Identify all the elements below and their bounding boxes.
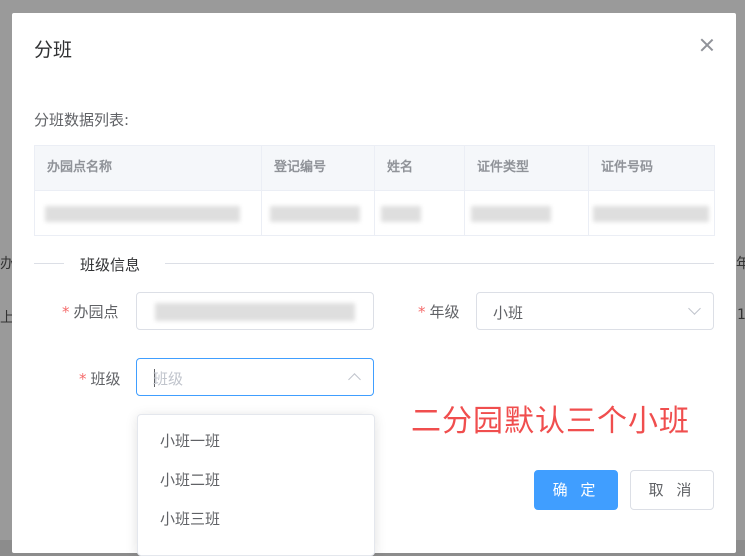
class-label-text: 班级 <box>90 370 121 388</box>
annotation-text: 二分园默认三个小班 <box>411 404 690 439</box>
campus-label: * 办园点 <box>62 301 119 322</box>
table-cell-redacted <box>375 191 465 235</box>
dialog-title: 分班 <box>34 39 73 61</box>
campus-input[interactable] <box>136 292 374 330</box>
class-label: * 班级 <box>79 368 121 389</box>
column-header-id-number[interactable]: 证件号码 <box>589 146 714 190</box>
divider <box>34 263 64 264</box>
class-option[interactable]: 小班二班 <box>138 461 374 500</box>
table-row[interactable] <box>35 191 714 236</box>
close-icon[interactable] <box>699 37 715 53</box>
class-placeholder: 班级 <box>153 370 184 388</box>
grade-label-text: 年级 <box>429 303 460 321</box>
column-header-registration-no[interactable]: 登记编号 <box>262 146 375 190</box>
column-header-campus[interactable]: 办园点名称 <box>35 146 262 190</box>
class-option[interactable]: 小班三班 <box>138 500 374 539</box>
required-mark: * <box>79 370 87 388</box>
list-label: 分班数据列表: <box>34 111 130 129</box>
assign-class-dialog: 分班 分班数据列表: 办园点名称 登记编号 姓名 证件类型 证件号码 班级信息 … <box>12 13 736 556</box>
required-mark: * <box>418 303 426 321</box>
column-header-id-type[interactable]: 证件类型 <box>465 146 589 190</box>
divider <box>165 263 714 264</box>
required-mark: * <box>62 303 70 321</box>
grade-value: 小班 <box>493 304 524 322</box>
class-select[interactable]: 班级 <box>136 358 374 396</box>
background-text: 年 <box>736 256 745 272</box>
column-header-name[interactable]: 姓名 <box>375 146 465 190</box>
cancel-button[interactable]: 取 消 <box>630 470 714 510</box>
class-dropdown: 小班一班 小班二班 小班三班 <box>137 414 375 556</box>
grade-select[interactable]: 小班 <box>476 292 714 330</box>
campus-label-text: 办园点 <box>73 303 119 321</box>
table-cell-redacted <box>465 191 589 235</box>
class-data-table: 办园点名称 登记编号 姓名 证件类型 证件号码 <box>34 145 715 236</box>
table-header: 办园点名称 登记编号 姓名 证件类型 证件号码 <box>35 146 714 191</box>
table-cell-redacted <box>262 191 375 235</box>
chevron-up-icon <box>348 373 361 386</box>
chevron-down-icon <box>688 302 701 315</box>
grade-label: * 年级 <box>418 301 460 322</box>
confirm-button[interactable]: 确 定 <box>534 470 618 510</box>
class-option[interactable]: 小班一班 <box>138 422 374 461</box>
table-cell-redacted <box>35 191 262 235</box>
table-cell-redacted <box>589 191 714 235</box>
section-title: 班级信息 <box>80 254 141 275</box>
background-text: 1 <box>737 307 745 323</box>
